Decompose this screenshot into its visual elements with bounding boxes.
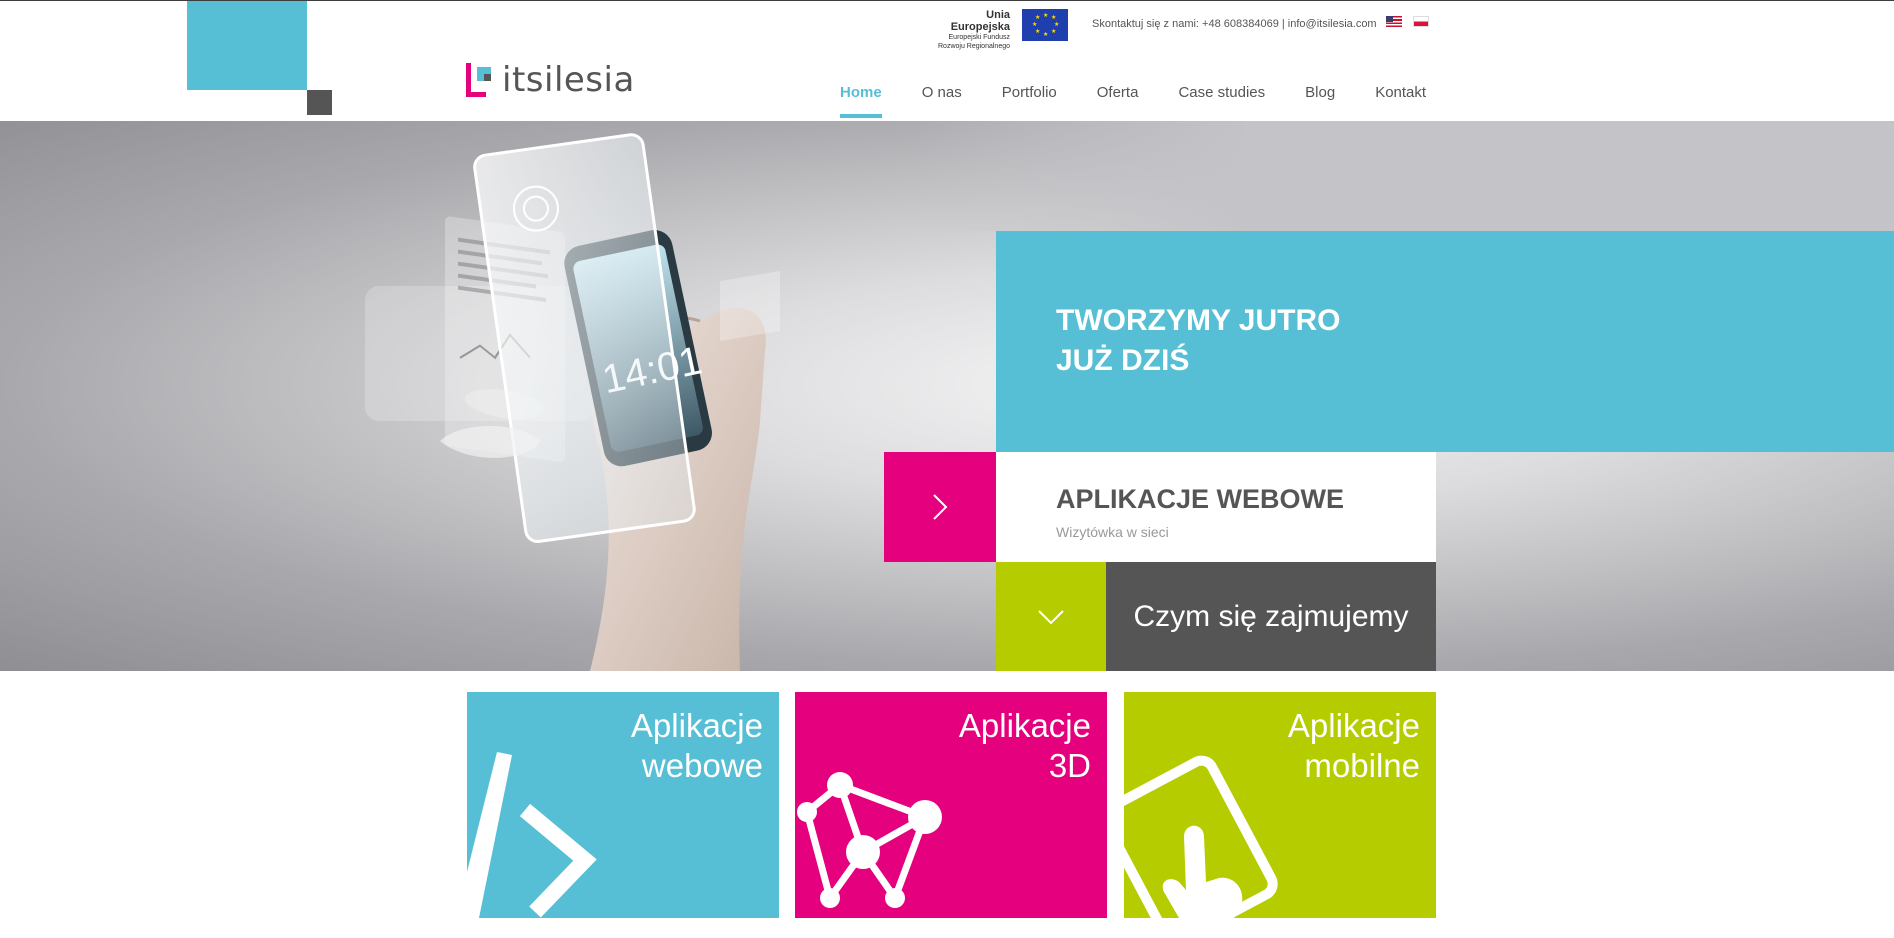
decorative-teal-square: [187, 1, 307, 90]
slide-caption: APLIKACJE WEBOWE Wizytówka w sieci: [996, 452, 1436, 562]
chevron-right-icon: [933, 494, 948, 520]
slide-subtitle: Wizytówka w sieci: [1056, 524, 1169, 540]
tile-mobile-apps[interactable]: Aplikacje mobilne: [1124, 692, 1436, 918]
eu-funding-badge: Unia Europejska Europejski Fundusz Rozwo…: [928, 9, 1068, 50]
scroll-down-button[interactable]: [996, 562, 1106, 671]
en-flag-icon[interactable]: [1386, 16, 1402, 27]
tile-web-apps-line-1: Aplikacje: [630, 707, 763, 744]
pl-flag-icon[interactable]: [1413, 16, 1429, 27]
tile-3d-apps-line-1: Aplikacje: [958, 707, 1091, 744]
tile-web-apps[interactable]: Aplikacje webowe: [467, 692, 779, 918]
hero-hand-phone-illustration: 14:01: [365, 133, 780, 671]
hero-headline-line-1: TWORZYMY JUTRO: [1056, 304, 1341, 337]
tile-web-apps-line-2: webowe: [641, 747, 763, 784]
eu-subtitle-2: Rozwoju Regionalnego: [938, 43, 1010, 50]
nav-blog[interactable]: Blog: [1305, 84, 1335, 117]
next-slide-button[interactable]: [884, 452, 996, 562]
hero-headline-panel: TWORZYMY JUTRO JUŻ DZIŚ: [996, 231, 1894, 452]
tile-3d-apps-label: Aplikacje 3D: [831, 706, 1091, 786]
hero-headline-line-2: JUŻ DZIŚ: [1056, 344, 1190, 377]
nav-oferta[interactable]: Oferta: [1097, 84, 1139, 117]
hero-headline: TWORZYMY JUTRO JUŻ DZIŚ: [1056, 301, 1340, 381]
tile-3d-apps-line-2: 3D: [1048, 747, 1091, 784]
what-we-do-button[interactable]: Czym się zajmujemy: [1106, 562, 1436, 671]
tile-mobile-apps-label: Aplikacje mobilne: [1160, 706, 1420, 786]
tile-3d-apps[interactable]: Aplikacje 3D: [795, 692, 1107, 918]
nav-o-nas[interactable]: O nas: [922, 84, 962, 117]
tile-web-apps-label: Aplikacje webowe: [503, 706, 763, 786]
eu-flag-icon: ★ ★ ★ ★ ★ ★ ★ ★: [1022, 9, 1068, 41]
slide-title: APLIKACJE WEBOWE: [1056, 484, 1345, 514]
nav-portfolio[interactable]: Portfolio: [1002, 84, 1057, 117]
hero-slider: 14:01 TWORZYMY JUTRO JUŻ DZIŚ APLIKACJE …: [0, 121, 1894, 671]
chevron-down-icon: [1038, 609, 1064, 624]
hero-top-band: [910, 121, 1894, 231]
eu-funding-text: Unia Europejska Europejski Fundusz Rozwo…: [928, 9, 1010, 51]
nav-kontakt[interactable]: Kontakt: [1375, 84, 1426, 117]
eu-title: Unia Europejska: [950, 9, 1010, 33]
eu-subtitle-1: Europejski Fundusz: [948, 34, 1010, 41]
nav-case-studies[interactable]: Case studies: [1178, 84, 1265, 117]
tile-mobile-apps-line-1: Aplikacje: [1287, 707, 1420, 744]
main-navigation: Home O nas Portfolio Oferta Case studies…: [840, 84, 1426, 118]
site-logo[interactable]: itsilesia: [466, 60, 635, 100]
logo-text: itsilesia: [502, 60, 635, 100]
tile-mobile-apps-line-2: mobilne: [1304, 747, 1420, 784]
contact-info: Skontaktuj się z nami: +48 608384069 | i…: [1092, 18, 1377, 30]
logo-mark-icon: [466, 63, 494, 97]
decorative-grey-square: [307, 90, 332, 115]
nav-home[interactable]: Home: [840, 84, 882, 118]
